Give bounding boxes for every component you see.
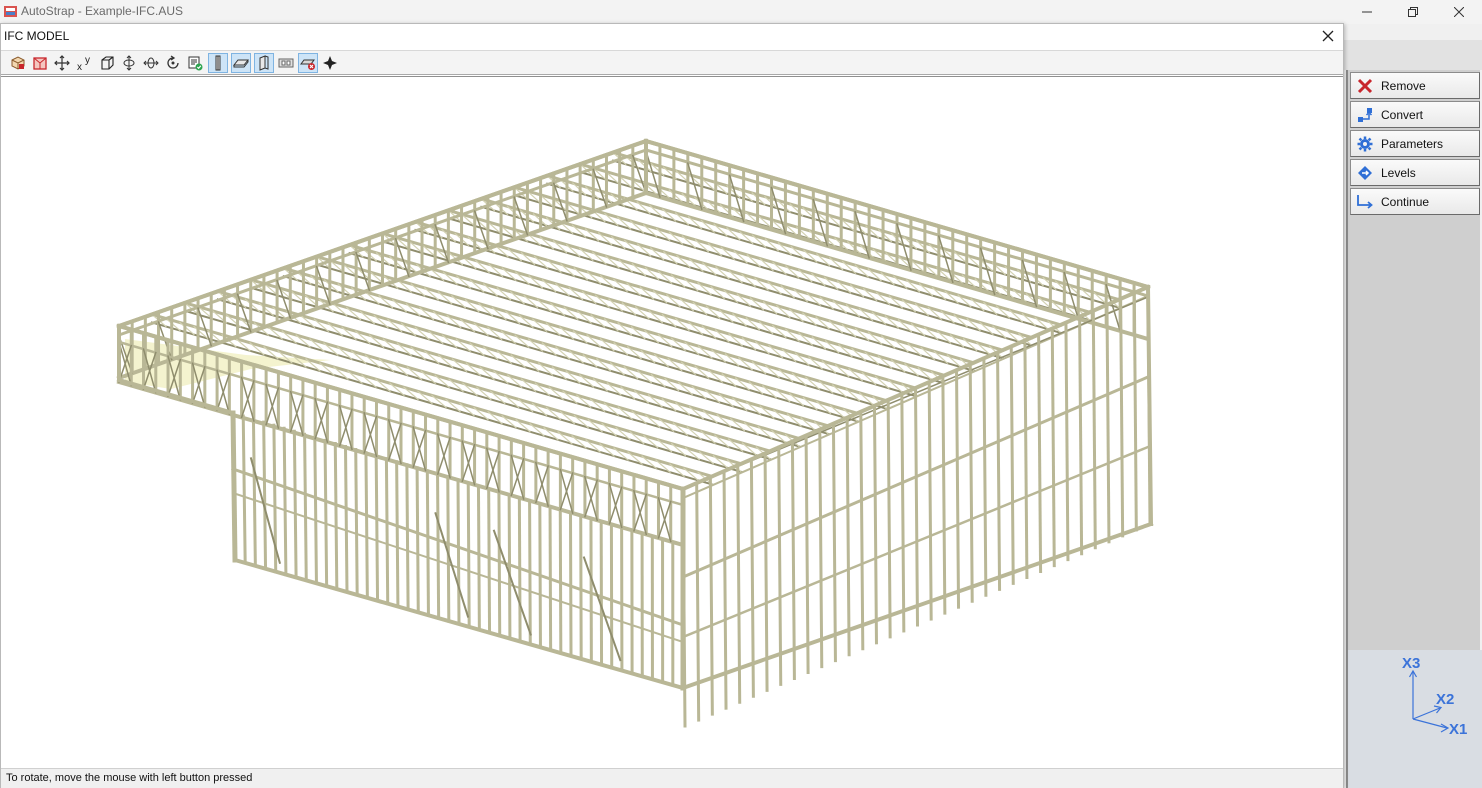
reset-rotation-icon — [167, 55, 179, 69]
toolbar-reset-rotation[interactable] — [163, 53, 183, 73]
axis-x2-label: X2 — [1436, 691, 1454, 708]
model-viewport[interactable] — [1, 76, 1343, 768]
toolbar-rotate-horizontal[interactable] — [141, 53, 161, 73]
levels-button-label: Levels — [1381, 165, 1416, 180]
remove-button[interactable]: Remove — [1350, 72, 1480, 99]
svg-text:y: y — [85, 55, 90, 66]
command-panel: Remove Convert Parameters Levels Continu… — [1346, 70, 1480, 650]
wall-panel-icon — [259, 55, 269, 71]
xy-axes-icon: xy — [77, 55, 90, 72]
slab-icon — [233, 59, 249, 68]
continue-button-label: Continue — [1381, 194, 1430, 209]
toolbar-layer-check[interactable] — [185, 53, 205, 73]
remove-x-icon — [1356, 77, 1374, 95]
minimize-button[interactable] — [1344, 0, 1390, 24]
ifc-model-dialog: IFC MODEL xy To rotate, move the mouse w… — [0, 23, 1344, 788]
dialog-close-button[interactable] — [1319, 27, 1337, 45]
restore-icon — [1408, 7, 1418, 17]
app-title: AutoStrap - Example-IFC.AUS — [21, 4, 184, 18]
axis-x1-label: X1 — [1449, 721, 1467, 738]
toolbar-cube-wire[interactable] — [97, 53, 117, 73]
toolbar-opening-toggle[interactable] — [276, 53, 296, 73]
pointer-icon — [323, 56, 337, 70]
restore-button[interactable] — [1390, 0, 1436, 24]
hide-element-icon — [300, 59, 315, 70]
axis-indicator: X3 X2 X1 — [1346, 650, 1482, 788]
axis-triad-icon: X3 X2 X1 — [1402, 655, 1467, 738]
convert-button-label: Convert — [1381, 107, 1424, 122]
convert-button[interactable]: Convert — [1350, 101, 1480, 128]
toolbar-box-view[interactable] — [30, 53, 50, 73]
dialog-title: IFC MODEL — [4, 29, 70, 43]
parameters-button[interactable]: Parameters — [1350, 130, 1480, 157]
toolbar-wall-panel-toggle[interactable] — [254, 53, 274, 73]
close-icon — [1454, 7, 1464, 17]
axis-x3-label: X3 — [1402, 655, 1420, 672]
ifc-frame-model[interactable] — [1, 77, 1343, 769]
continue-button[interactable]: Continue — [1350, 188, 1480, 215]
toolbar-column-toggle[interactable] — [208, 53, 228, 73]
status-message: To rotate, move the mouse with left butt… — [6, 772, 253, 784]
view-toolbar: xy — [1, 50, 1343, 75]
close-icon — [1322, 30, 1334, 42]
box-red-icon — [33, 57, 47, 70]
cube-wire-icon — [101, 56, 114, 70]
toolbar-slab-toggle[interactable] — [231, 53, 251, 73]
pan-arrows-icon — [54, 55, 70, 71]
remove-button-label: Remove — [1381, 78, 1426, 93]
opening-icon — [278, 58, 294, 68]
rotate-vertical-icon — [123, 55, 135, 71]
toolbar-rotate-vertical[interactable] — [119, 53, 139, 73]
toolbar-xy-axes[interactable]: xy — [74, 53, 94, 73]
continue-arrow-icon — [1356, 193, 1374, 211]
iso-view-icon — [11, 56, 25, 70]
svg-text:x: x — [77, 62, 82, 72]
toolbar-pointer[interactable] — [320, 53, 340, 73]
rotate-horizontal-icon — [143, 57, 159, 69]
minimize-icon — [1362, 11, 1372, 13]
app-title-bar: AutoStrap - Example-IFC.AUS — [0, 0, 1482, 24]
convert-icon — [1356, 106, 1374, 124]
gear-icon — [1356, 135, 1374, 153]
status-bar: To rotate, move the mouse with left butt… — [1, 768, 1343, 788]
right-panel-header — [1344, 40, 1482, 70]
toolbar-iso-view[interactable] — [8, 53, 28, 73]
parameters-button-label: Parameters — [1381, 136, 1444, 151]
toolbar-hide-element[interactable] — [298, 53, 318, 73]
toolbar-pan[interactable] — [52, 53, 72, 73]
layer-check-icon — [188, 56, 203, 71]
levels-button[interactable]: Levels — [1350, 159, 1480, 186]
column-icon — [215, 55, 221, 71]
autostrap-logo-icon — [4, 6, 17, 17]
levels-icon — [1356, 164, 1374, 182]
close-app-button[interactable] — [1436, 0, 1482, 24]
